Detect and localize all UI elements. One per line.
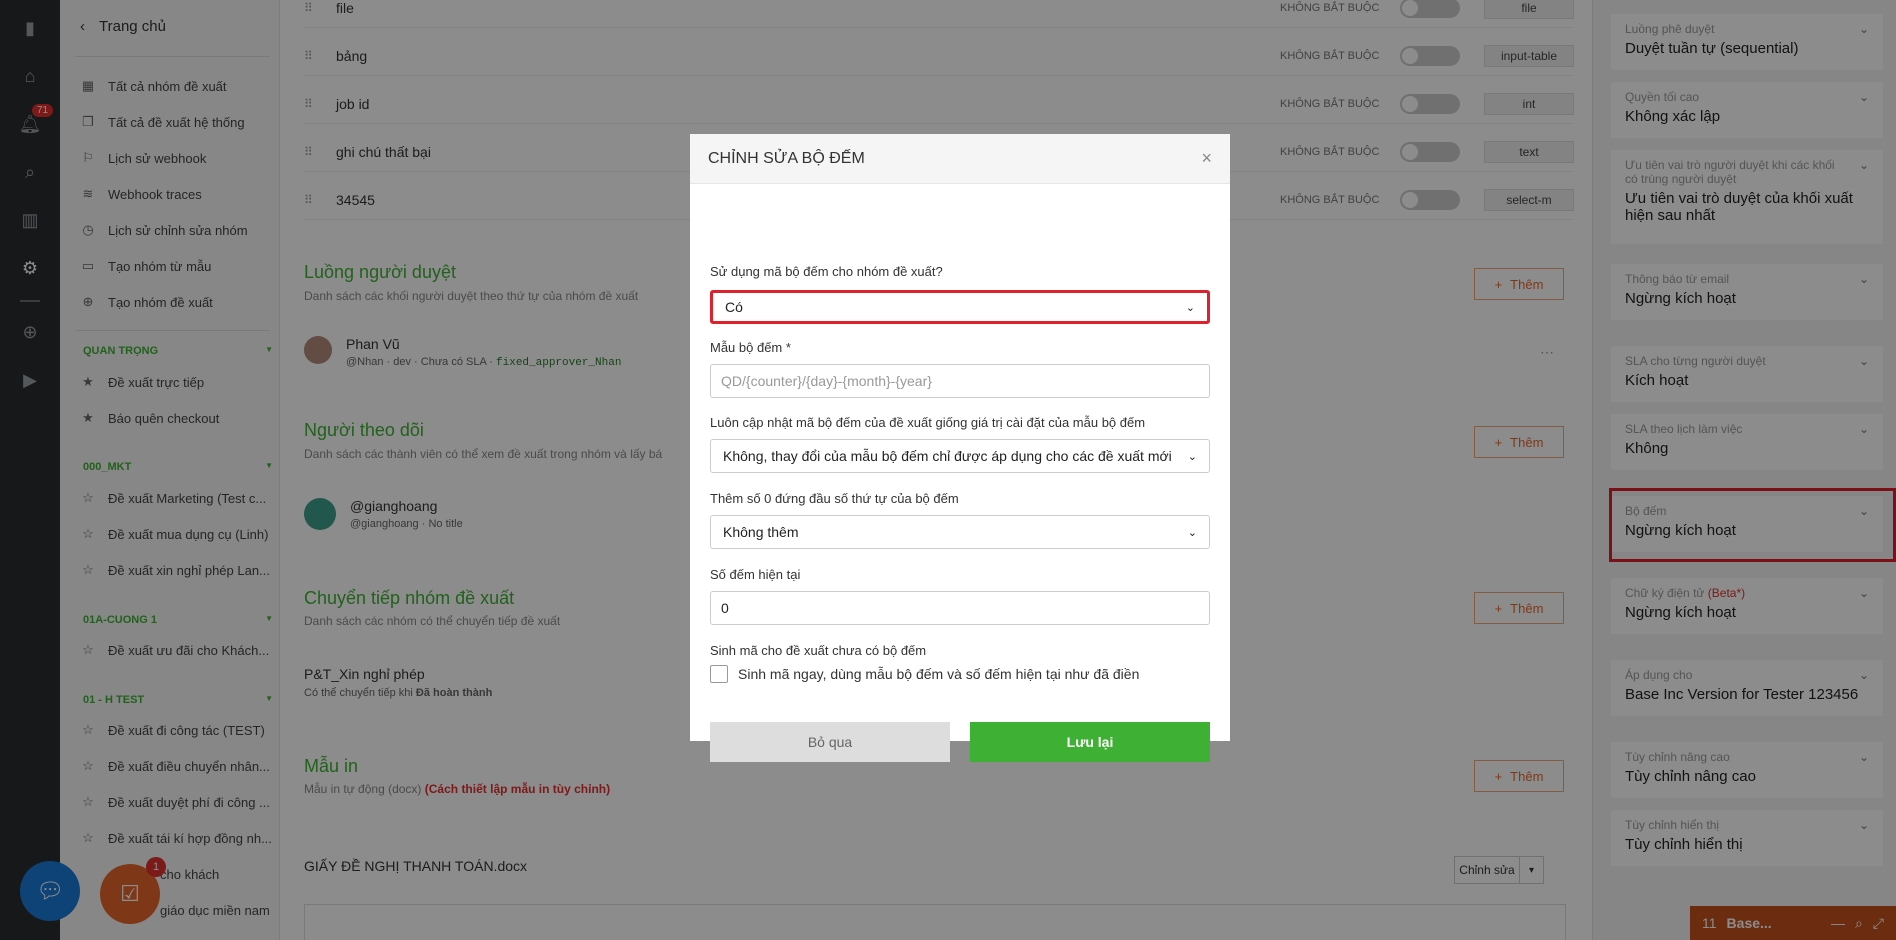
select-value: Không thêm	[723, 524, 799, 540]
save-button[interactable]: Lưu lại	[970, 722, 1210, 762]
leading-zero-label: Thêm số 0 đứng đầu số thứ tự của bộ đếm	[710, 491, 959, 506]
always-update-select[interactable]: Không, thay đổi của mẫu bộ đếm chỉ được …	[710, 439, 1210, 473]
select-value: Không, thay đổi của mẫu bộ đếm chỉ được …	[723, 448, 1172, 464]
counter-template-input[interactable]	[710, 364, 1210, 398]
use-counter-label: Sử dụng mã bộ đếm cho nhóm đề xuất?	[710, 264, 943, 279]
close-icon[interactable]: ×	[1201, 148, 1212, 169]
current-count-input[interactable]	[710, 591, 1210, 625]
cancel-button[interactable]: Bỏ qua	[710, 722, 950, 762]
modal-title: CHỈNH SỬA BỘ ĐẾM	[708, 149, 865, 167]
chevron-down-icon: ⌄	[1187, 526, 1197, 539]
use-counter-select[interactable]: Có ⌄	[710, 290, 1210, 324]
generate-code-checkbox[interactable]: Sinh mã ngay, dùng mẫu bộ đếm và số đếm …	[710, 665, 1139, 683]
checkbox-label: Sinh mã ngay, dùng mẫu bộ đếm và số đếm …	[738, 666, 1140, 682]
chevron-down-icon: ⌄	[1185, 301, 1195, 314]
current-count-label: Số đếm hiện tại	[710, 567, 801, 582]
select-value: Có	[725, 299, 743, 315]
counter-template-label: Mẫu bộ đếm *	[710, 340, 791, 355]
always-update-label: Luôn cập nhật mã bộ đếm của đề xuất giốn…	[710, 415, 1146, 430]
edit-counter-modal: CHỈNH SỬA BỘ ĐẾM × Sử dụng mã bộ đếm cho…	[690, 134, 1230, 762]
leading-zero-select[interactable]: Không thêm ⌄	[710, 515, 1210, 549]
modal-header: CHỈNH SỬA BỘ ĐẾM ×	[690, 134, 1230, 184]
generate-code-label: Sinh mã cho đề xuất chưa có bộ đếm	[710, 643, 927, 658]
chevron-down-icon: ⌄	[1187, 450, 1197, 463]
checkbox-box[interactable]	[710, 665, 728, 683]
